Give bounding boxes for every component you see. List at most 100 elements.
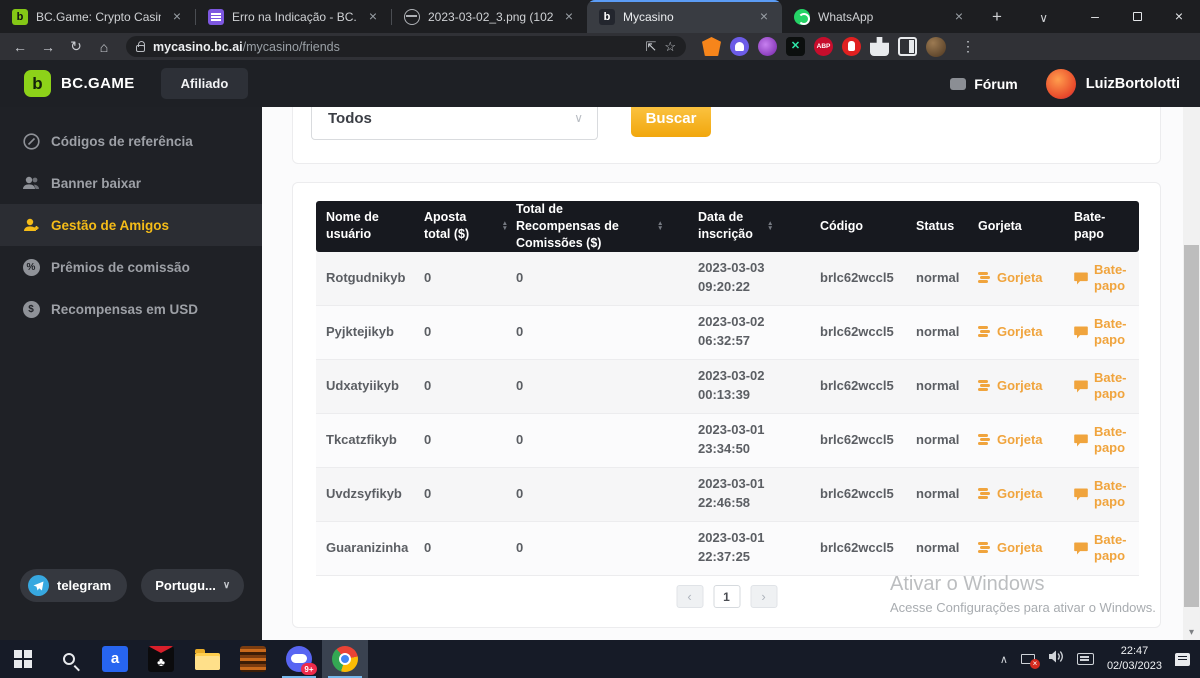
back-button[interactable]: ←	[8, 39, 32, 55]
close-window-button[interactable]: ×	[1158, 1, 1200, 31]
language-selector[interactable]: Portugu... ∨	[141, 569, 244, 602]
tab-bcgame[interactable]: b BC.Game: Crypto Casino Gam ×	[0, 0, 195, 33]
scroll-down-arrow-icon[interactable]: ▾	[1183, 627, 1200, 638]
tab-search-chevron-icon[interactable]: ∨	[1039, 11, 1048, 25]
taskbar-chrome-button[interactable]	[322, 640, 368, 678]
search-button[interactable]: Buscar	[631, 107, 711, 137]
metamask-extension-icon[interactable]	[702, 37, 721, 56]
forward-button[interactable]: →	[36, 39, 60, 55]
sort-icon[interactable]: ▲▼	[657, 221, 663, 232]
taskbar-amd-button[interactable]: a	[92, 640, 138, 678]
cell-status: normal	[916, 377, 978, 396]
current-page[interactable]: 1	[713, 585, 740, 608]
tray-expand-icon[interactable]: ∧	[1000, 653, 1008, 666]
page-scrollbar[interactable]: ▾	[1183, 107, 1200, 640]
volume-icon[interactable]	[1048, 650, 1064, 668]
bookmark-star-icon[interactable]: ☆	[664, 39, 676, 55]
sort-icon[interactable]: ▲▼	[502, 221, 508, 232]
chat-link[interactable]: Bate-papo	[1074, 262, 1134, 295]
sidebar-item-commission-prizes[interactable]: % Prêmios de comissão	[0, 246, 262, 288]
browser-profile-avatar[interactable]	[926, 37, 946, 57]
language-label: Portugu...	[155, 578, 216, 593]
filter-select[interactable]: Todos ∨	[311, 107, 598, 140]
tab-title: 2023-03-02_3.png (1024×76	[428, 10, 553, 24]
taskbar-poker-button[interactable]: ♣	[138, 640, 184, 678]
cell-username: Uvdzsyfikyb	[316, 485, 424, 504]
blocker-hand-extension-icon[interactable]	[842, 37, 861, 56]
sidebar-item-banner-download[interactable]: Banner baixar	[0, 162, 262, 204]
tab-close-icon[interactable]: ×	[756, 9, 772, 25]
chat-link[interactable]: Bate-papo	[1074, 316, 1134, 349]
action-center-icon[interactable]	[1175, 653, 1190, 666]
cell-username: Pyjktejikyb	[316, 323, 424, 342]
tip-link[interactable]: Gorjeta	[978, 324, 1066, 340]
tab-image[interactable]: 2023-03-02_3.png (1024×76 ×	[392, 0, 587, 33]
afiliado-button[interactable]: Afiliado	[161, 68, 249, 99]
brand-name[interactable]: BC.GAME	[61, 75, 135, 92]
cell-code: brlc62wccl5	[820, 485, 916, 504]
sidebar: Códigos de referência Banner baixar Gest…	[0, 107, 262, 640]
chat-link[interactable]: Bate-papo	[1074, 478, 1134, 511]
col-signup-date[interactable]: Data de inscrição▲▼	[698, 209, 820, 243]
bcgame-logo-icon[interactable]: b	[24, 70, 51, 97]
main-content: Todos ∨ Buscar Nome de usuário Aposta to…	[262, 107, 1183, 640]
telegram-button[interactable]: telegram	[20, 569, 127, 602]
network-error-icon[interactable]	[1021, 654, 1035, 664]
phantom-extension-icon[interactable]	[730, 37, 749, 56]
bcgame-favicon-icon: b	[12, 9, 28, 25]
cell-bet-total: 0	[424, 323, 516, 342]
sidebar-item-friends-management[interactable]: Gestão de Amigos	[0, 204, 262, 246]
forum-link[interactable]: Fórum	[950, 76, 1018, 92]
sidebar-item-usd-rewards[interactable]: $ Recompensas em USD	[0, 288, 262, 330]
adblock-extension-icon[interactable]: ABP	[814, 37, 833, 56]
sort-icon[interactable]: ▲▼	[767, 221, 773, 232]
extensions-puzzle-icon[interactable]	[870, 37, 889, 56]
user-menu[interactable]: LuizBortolotti	[1046, 69, 1180, 99]
table-body: Rotgudnikyb002023-03-0309:20:22brlc62wcc…	[316, 252, 1139, 576]
share-icon[interactable]: ⇱	[645, 39, 656, 55]
col-bet-total[interactable]: Aposta total ($)▲▼	[424, 209, 516, 243]
tab-mycasino-active[interactable]: b Mycasino ×	[587, 0, 782, 33]
tip-link[interactable]: Gorjeta	[978, 378, 1066, 394]
taskbar-discord-button[interactable]: 9+	[276, 640, 322, 678]
cell-username: Guaranizinha	[316, 539, 424, 558]
tab-forum[interactable]: Erro na Indicação - BC.Game ×	[196, 0, 391, 33]
tab-close-icon[interactable]: ×	[169, 9, 185, 25]
tip-link[interactable]: Gorjeta	[978, 486, 1066, 502]
tip-link[interactable]: Gorjeta	[978, 540, 1066, 556]
scrollbar-thumb[interactable]	[1184, 245, 1199, 607]
next-page-button[interactable]: ›	[750, 585, 777, 608]
reload-button[interactable]: ↻	[64, 38, 88, 55]
tab-close-icon[interactable]: ×	[561, 9, 577, 25]
coins-icon	[978, 326, 991, 338]
notification-badge: 9+	[301, 663, 317, 675]
col-commission-total[interactable]: Total de Recompensas de Comissões ($)▲▼	[516, 201, 698, 252]
sidebar-item-label: Prêmios de comissão	[51, 260, 190, 275]
x-extension-icon[interactable]: ✕	[786, 37, 805, 56]
tip-link[interactable]: Gorjeta	[978, 270, 1066, 286]
sidebar-item-referral-codes[interactable]: Códigos de referência	[0, 120, 262, 162]
taskbar-explorer-button[interactable]	[184, 640, 230, 678]
new-tab-button[interactable]: +	[983, 3, 1011, 31]
tab-close-icon[interactable]: ×	[951, 9, 967, 25]
taskbar-search-button[interactable]	[46, 640, 92, 678]
tab-whatsapp[interactable]: WhatsApp ×	[782, 0, 977, 33]
address-bar[interactable]: mycasino.bc.ai/mycasino/friends ⇱ ☆	[126, 36, 686, 57]
prev-page-button[interactable]: ‹	[676, 585, 703, 608]
chat-link[interactable]: Bate-papo	[1074, 370, 1134, 403]
home-button[interactable]: ⌂	[92, 39, 116, 55]
start-button[interactable]	[0, 640, 46, 678]
tip-link[interactable]: Gorjeta	[978, 432, 1066, 448]
minimize-button[interactable]: –	[1074, 1, 1116, 31]
sidepanel-icon[interactable]	[898, 37, 917, 56]
browser-menu-icon[interactable]: ⋮	[961, 38, 975, 55]
galaxy-extension-icon[interactable]	[758, 37, 777, 56]
maximize-button[interactable]	[1116, 1, 1158, 31]
chat-link[interactable]: Bate-papo	[1074, 424, 1134, 457]
tab-close-icon[interactable]: ×	[365, 9, 381, 25]
taskbar-wood-app-button[interactable]	[230, 640, 276, 678]
chat-link[interactable]: Bate-papo	[1074, 532, 1134, 565]
coins-icon	[978, 380, 991, 392]
touch-keyboard-icon[interactable]	[1077, 653, 1094, 665]
taskbar-clock[interactable]: 22:47 02/03/2023	[1107, 644, 1162, 674]
